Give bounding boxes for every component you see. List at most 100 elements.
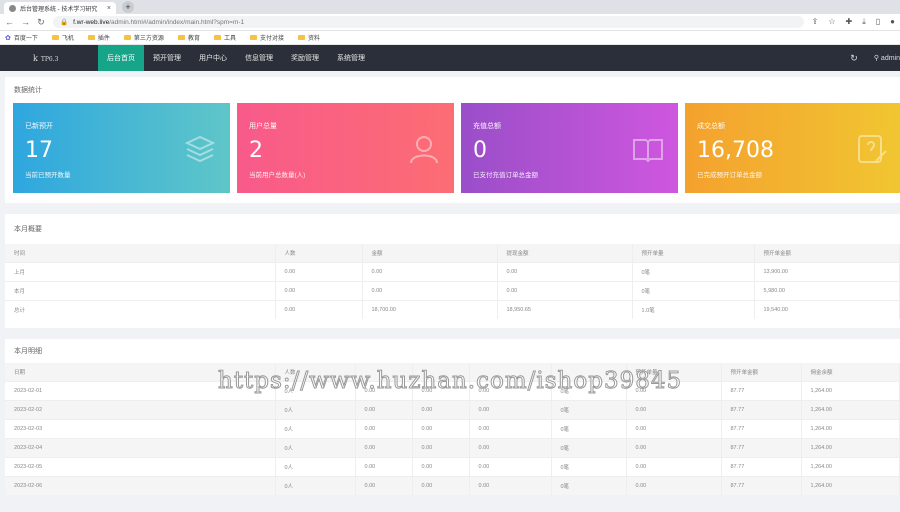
column-header	[469, 363, 552, 381]
favicon-icon	[9, 4, 16, 12]
table-header-row: 日期 人数 预开单量 预开单金额 佣金余额	[5, 363, 900, 381]
folder-icon	[213, 35, 221, 40]
forward-icon[interactable]: →	[21, 17, 30, 27]
table-cell: 1,264.00	[801, 456, 900, 476]
table-cell: 0.00	[469, 475, 552, 495]
menu-rewards[interactable]: 奖励管理	[282, 45, 328, 71]
table-cell: 0笔	[632, 280, 755, 300]
daily-table: 日期 人数 预开单量 预开单金额 佣金余额 2023-02-01 0人 0.00 0.…	[5, 363, 900, 495]
stat-desc: 已支付充值订单总金额	[473, 172, 538, 179]
url-host: f.wr-web.live	[73, 18, 110, 26]
new-tab-button[interactable]: +	[122, 1, 134, 13]
table-cell: 0人	[275, 437, 356, 457]
table-cell: 0.00	[626, 437, 722, 457]
table-cell: 0.00	[412, 399, 470, 419]
bookmark-label: 工具	[223, 36, 236, 42]
sidebar-icon[interactable]: ▯	[876, 17, 880, 27]
table-row: 2023-02-02 0人 0.00 0.00 0.00 0笔 0.00 87.77 1,264…	[5, 399, 900, 419]
stat-desc: 已完成预开订单总金额	[697, 172, 762, 179]
bookmark-label: 第三方资源	[133, 36, 164, 42]
app-logo[interactable]: k TP6.3	[0, 54, 98, 63]
refresh-icon[interactable]: ↻	[850, 53, 858, 64]
table-cell: 87.77	[721, 437, 802, 457]
table-cell: 0.00	[355, 456, 413, 476]
column-header	[412, 363, 470, 381]
table-cell: 0.00	[626, 399, 722, 419]
app-top-nav: k TP6.3 后台首页 预开管理 用户中心 信息管理 奖励管理 系统管理 ↻ ⚲…	[0, 45, 900, 71]
bookmark-item[interactable]: ✿ 百度一下	[5, 33, 38, 43]
stat-label: 充值总额	[473, 123, 501, 130]
table-cell: 0.00	[497, 280, 633, 300]
menu-system[interactable]: 系统管理	[328, 45, 374, 71]
table-cell: 5,980.00	[754, 280, 900, 300]
table-row: 2023-02-05 0人 0.00 0.00 0.00 0笔 0.00 87.77 1,264…	[5, 456, 900, 476]
column-header: 日期	[5, 363, 276, 381]
menu-prepaid[interactable]: 预开管理	[144, 45, 190, 71]
table-cell: 0.00	[362, 261, 498, 281]
table-cell: 0笔	[632, 261, 755, 281]
table-cell: 0.00	[626, 418, 722, 438]
bookmark-label: 飞机	[61, 36, 74, 42]
bookmark-item[interactable]: 资料	[297, 33, 320, 42]
user-menu[interactable]: ⚲ admin	[874, 54, 900, 62]
layers-icon	[184, 135, 216, 163]
table-cell: 0笔	[551, 399, 627, 419]
table-cell: 0笔	[551, 418, 627, 438]
bookmark-item[interactable]: 支付对接	[249, 33, 284, 42]
bookmark-star-icon[interactable]: ☆	[828, 17, 835, 27]
table-cell: 0.00	[355, 418, 413, 438]
bookmark-label: 插件	[97, 36, 110, 42]
edit-icon	[858, 135, 887, 163]
table-cell: 0.00	[275, 280, 363, 300]
stat-card-recharge: 充值总额 0 已支付充值订单总金额	[461, 103, 678, 193]
table-cell: 0.00	[626, 380, 722, 400]
user-icon: ⚲	[873, 55, 879, 62]
folder-icon	[87, 35, 95, 40]
bookmark-label: 资料	[307, 36, 320, 42]
stats-panel: 数据统计 已新预开 17 当前已预开数量 用户总量 2 当前用户总数量(人) 充…	[5, 77, 900, 203]
bookmark-item[interactable]: 飞机	[51, 33, 74, 42]
column-header: 提现金额	[497, 244, 633, 262]
share-icon[interactable]: ⇪	[812, 17, 819, 27]
stat-label: 成交总额	[697, 123, 725, 130]
bookmark-item[interactable]: 第三方资源	[123, 33, 164, 42]
download-icon[interactable]: ⤓	[862, 17, 866, 27]
tab-title: 后台管理系统 - 技术学习研究	[20, 6, 98, 13]
bookmark-item[interactable]: 插件	[87, 33, 110, 42]
table-cell: 0人	[275, 418, 356, 438]
table-row: 2023-02-06 0人 0.00 0.00 0.00 0笔 0.00 87.77 1,264…	[5, 475, 900, 495]
table-cell: 0.00	[412, 380, 470, 400]
bookmarks-bar: ✿ 百度一下 飞机 插件 第三方资源 教育 工具 支付对接 资料	[0, 31, 900, 45]
menu-info[interactable]: 信息管理	[236, 45, 282, 71]
bookmark-item[interactable]: 教育	[177, 33, 200, 42]
table-cell: 2023-02-05	[5, 456, 276, 476]
folder-icon	[177, 35, 185, 40]
table-cell: 1,264.00	[801, 437, 900, 457]
monthly-summary-panel: 本月概要 时间 人数 金额 提现金额 预开单量 预开单金额 上月 0.00 0.00…	[5, 214, 900, 328]
column-header: 金额	[362, 244, 498, 262]
profile-icon[interactable]: ●	[890, 17, 895, 27]
reload-icon[interactable]: ↻	[37, 17, 45, 28]
url-bar[interactable]: 🔒 f.wr-web.live/admin.html#/admin/index/…	[53, 16, 804, 28]
bookmark-item[interactable]: 工具	[213, 33, 236, 42]
table-cell: 0.00	[469, 437, 552, 457]
table-cell: 2023-02-06	[5, 475, 276, 495]
menu-home[interactable]: 后台首页	[98, 45, 144, 71]
table-cell: 18,950.65	[497, 299, 633, 319]
table-cell: 0.00	[626, 475, 722, 495]
table-row: 本月 0.00 0.00 0.00 0笔 5,980.00	[5, 280, 900, 300]
table-header-row: 时间 人数 金额 提现金额 预开单量 预开单金额	[5, 244, 900, 262]
browser-tab[interactable]: 后台管理系统 - 技术学习研究 ×	[4, 2, 116, 14]
table-cell: 0.00	[412, 418, 470, 438]
extensions-icon[interactable]: ✚	[846, 17, 853, 27]
back-icon[interactable]: ←	[5, 17, 14, 27]
table-cell: 2023-02-01	[5, 380, 276, 400]
table-cell: 0人	[275, 475, 356, 495]
user-icon	[410, 136, 438, 164]
table-row: 2023-02-03 0人 0.00 0.00 0.00 0笔 0.00 87.77 1,264…	[5, 418, 900, 438]
menu-users[interactable]: 用户中心	[190, 45, 236, 71]
close-tab-icon[interactable]: ×	[107, 5, 111, 12]
table-cell: 0.00	[469, 456, 552, 476]
table-row: 2023-02-04 0人 0.00 0.00 0.00 0笔 0.00 87.77 1,264…	[5, 437, 900, 457]
daily-title: 本月明细	[14, 348, 42, 355]
